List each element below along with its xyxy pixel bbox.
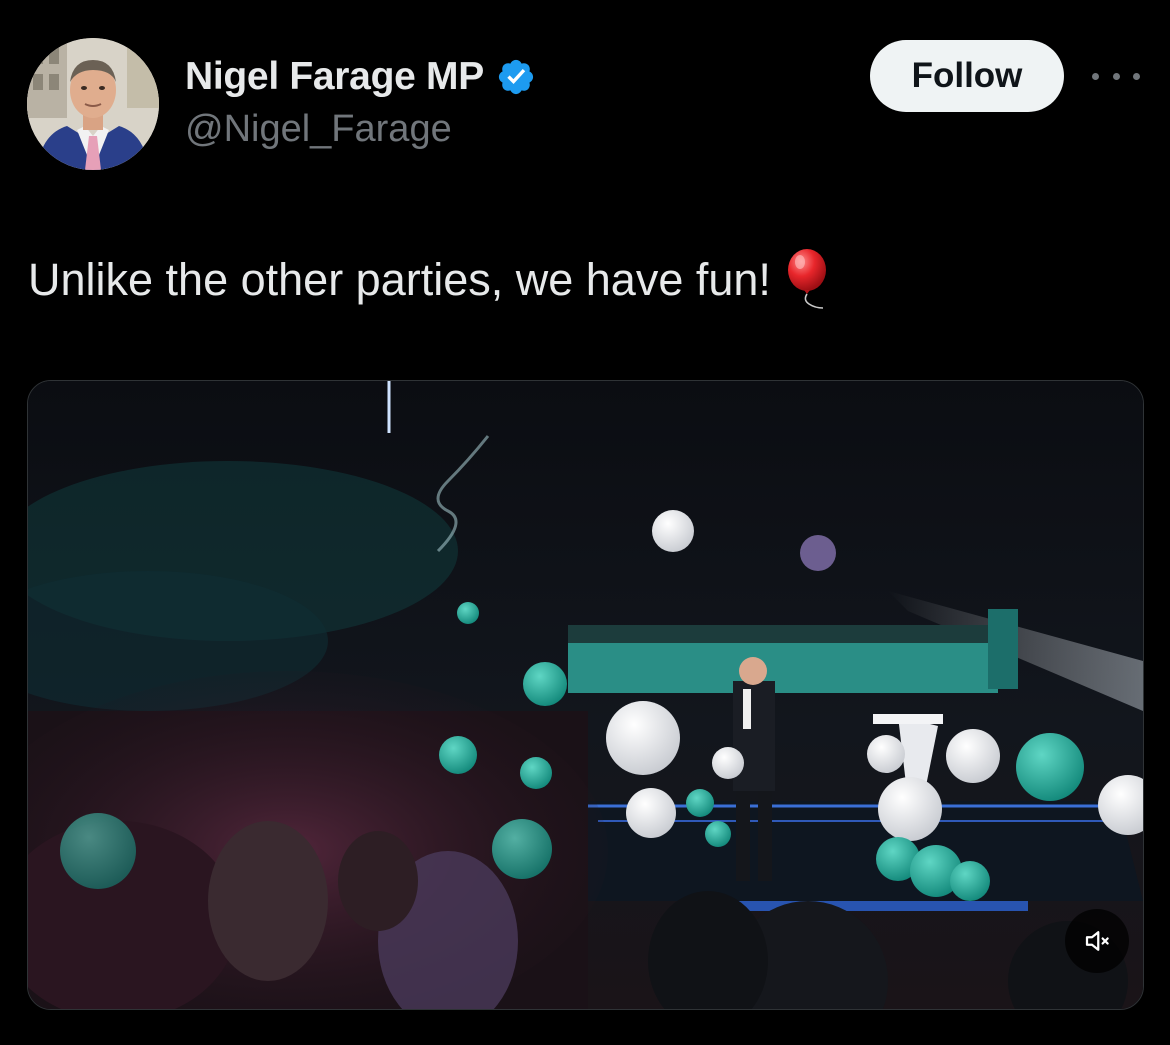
author-display-name[interactable]: Nigel Farage MP (185, 55, 484, 99)
follow-button[interactable]: Follow (870, 40, 1064, 112)
author-name-row[interactable]: Nigel Farage MP (185, 52, 536, 102)
balloon-icon (783, 248, 835, 312)
more-horizontal-icon[interactable] (1092, 66, 1140, 86)
author-handle[interactable]: @Nigel_Farage (185, 108, 452, 151)
more-dot (1112, 72, 1120, 80)
more-dot (1133, 72, 1140, 80)
tweet-card: Nigel Farage MP @Nigel_Farage Follow Unl… (0, 0, 1170, 1045)
more-dot (1092, 72, 1099, 80)
tweet-text: Unlike the other parties, we have fun! (28, 254, 771, 305)
verified-badge-icon (496, 57, 536, 97)
video-frame (28, 381, 1143, 1009)
tweet-text-row: Unlike the other parties, we have fun! (28, 248, 835, 312)
speaker-muted-icon[interactable] (1065, 909, 1129, 973)
video-player[interactable] (27, 380, 1144, 1010)
avatar[interactable] (27, 38, 159, 170)
